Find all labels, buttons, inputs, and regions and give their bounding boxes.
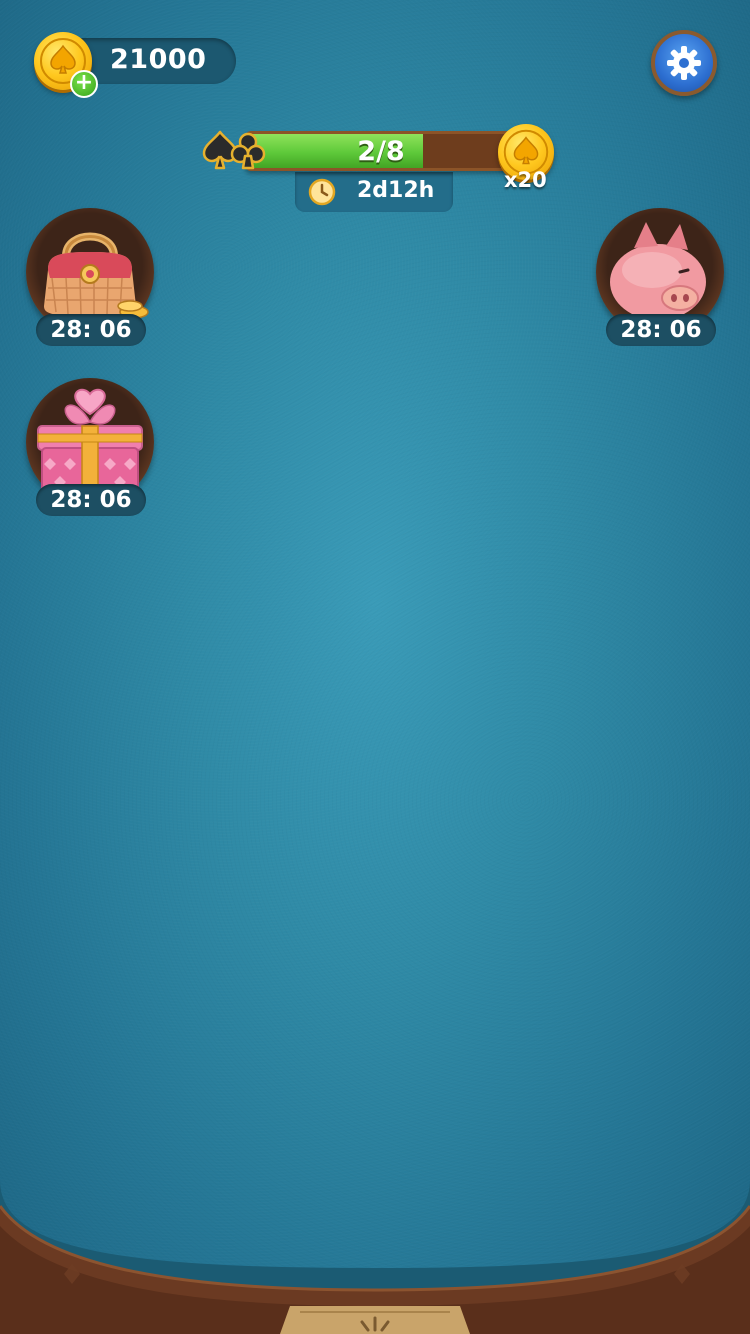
settings-button[interactable] bbox=[651, 30, 717, 96]
piggy-bank-event-button[interactable]: 28: 06 bbox=[596, 208, 726, 348]
add-coins-button[interactable]: + bbox=[70, 70, 98, 98]
collection-progress-bar[interactable]: 2/8 bbox=[245, 131, 517, 171]
event-countdown: 28: 06 bbox=[36, 314, 146, 346]
clock-icon bbox=[308, 178, 336, 206]
event-countdown: 28: 06 bbox=[36, 484, 146, 516]
reward-multiplier: x20 bbox=[504, 168, 547, 192]
handbag-event-button[interactable]: 28: 06 bbox=[26, 208, 156, 348]
progress-label: 2/8 bbox=[357, 136, 405, 167]
event-time-left: 2d12h bbox=[357, 178, 435, 203]
spade-club-icon bbox=[202, 130, 266, 170]
coin-balance-value: 21000 bbox=[110, 44, 207, 75]
event-countdown: 28: 06 bbox=[606, 314, 716, 346]
gear-icon bbox=[667, 46, 701, 80]
gift-box-event-button[interactable]: 28: 06 bbox=[26, 378, 156, 518]
